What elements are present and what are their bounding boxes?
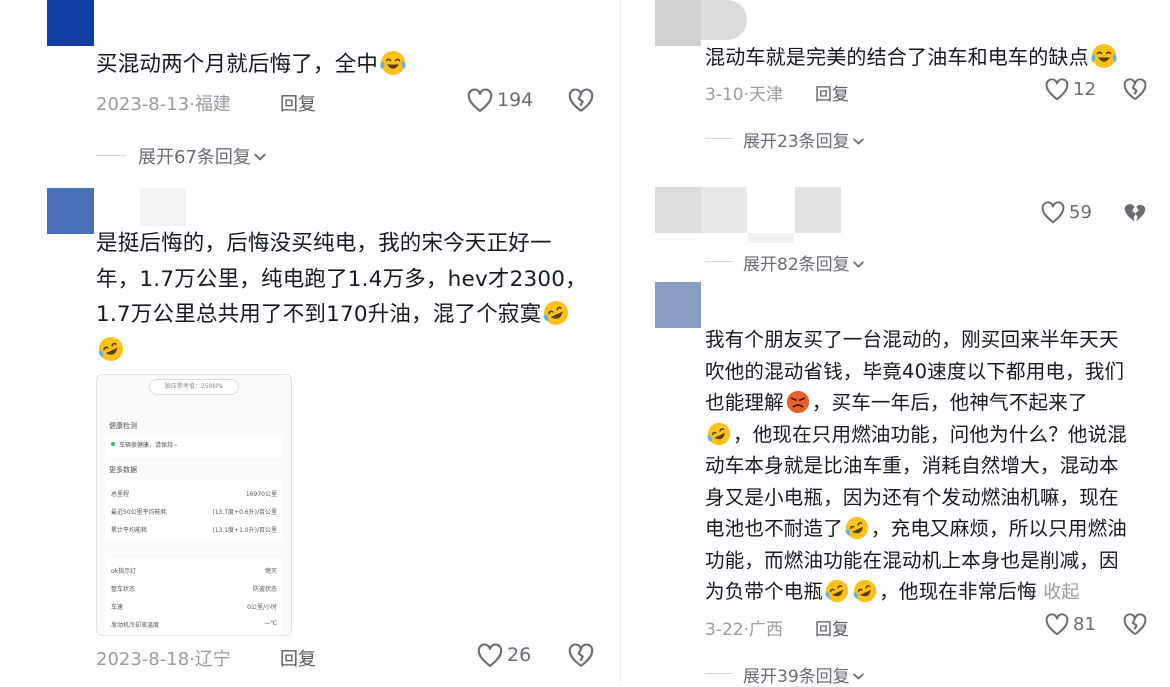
username-blurred — [140, 188, 186, 226]
tire-pressure-pill: 胎压参考值：250kPa — [149, 379, 239, 395]
attached-screenshot[interactable]: 胎压参考值：250kPa 健康检测 车辆很健康，请保持~ 更多数据 总里程 169… — [96, 374, 292, 636]
rofl-emoji — [706, 421, 732, 447]
comment-location: 天津 — [749, 85, 783, 105]
comment-location: 福建 — [194, 94, 231, 115]
hidden-content-blurred — [701, 187, 747, 233]
health-title: 健康检测 — [109, 422, 137, 430]
chevron-down-icon — [253, 150, 267, 164]
comment-text: 混动车就是完美的结合了油车和电车的缺点 — [705, 40, 1119, 76]
chevron-down-icon — [852, 135, 865, 148]
expand-replies-button[interactable]: 展开23条回复 — [743, 127, 865, 152]
rofl-emoji — [97, 335, 125, 363]
comment-text: 买混动两个月就后悔了，全中 — [96, 47, 408, 83]
like-count: 59 — [1069, 202, 1092, 223]
comment-date: 3-22 — [705, 620, 744, 640]
rofl-emoji — [852, 578, 878, 604]
broken-heart-filled-icon[interactable] — [1122, 200, 1148, 226]
hidden-content-blurred — [795, 187, 841, 233]
heart-icon[interactable] — [1044, 612, 1070, 638]
expand-replies-button[interactable]: 展开82条回复 — [743, 250, 865, 275]
more-data-title: 更多数据 — [109, 466, 137, 474]
avatar[interactable] — [655, 282, 701, 328]
comment-date: 2023-8-13 — [96, 94, 190, 115]
reply-button[interactable]: 回复 — [815, 80, 849, 105]
expand-divider — [96, 155, 126, 156]
broken-heart-icon[interactable] — [567, 642, 595, 670]
chevron-down-icon — [852, 258, 865, 271]
like-count: 12 — [1073, 79, 1096, 100]
angry-emoji — [785, 389, 811, 415]
comment-location: 辽宁 — [194, 649, 231, 670]
health-status: 车辆很健康，请保持~ — [119, 442, 179, 449]
avatar[interactable] — [655, 187, 701, 233]
broken-heart-icon[interactable] — [1122, 612, 1148, 638]
comment-text: 是挺后悔的，后悔没买纯电，我的宋今天正好一 年，1.7万公里，纯电跑了1.4万多… — [96, 226, 587, 368]
laugh-cry-emoji — [379, 49, 407, 77]
avatar[interactable] — [655, 0, 701, 46]
heart-icon[interactable] — [466, 87, 494, 115]
avatar[interactable] — [47, 0, 94, 46]
collapse-button[interactable]: 收起 — [1043, 582, 1079, 603]
comment-date: 3-10 — [705, 85, 744, 105]
like-count: 194 — [497, 89, 534, 111]
expand-divider — [705, 138, 733, 139]
heart-icon[interactable] — [1040, 200, 1066, 226]
avatar[interactable] — [47, 188, 94, 234]
like-count: 81 — [1073, 614, 1096, 635]
comment-meta: 3-22·广西 — [705, 620, 783, 640]
comment-meta: 2023-8-13·福建 — [96, 94, 231, 115]
comment-meta: 3-10·天津 — [705, 85, 783, 105]
expand-replies-button[interactable]: 展开67条回复 — [138, 143, 267, 169]
heart-icon[interactable] — [476, 642, 504, 670]
panel-divider — [620, 0, 621, 684]
heart-icon[interactable] — [1044, 77, 1070, 103]
comment-location: 广西 — [749, 620, 783, 640]
rofl-emoji — [844, 515, 870, 541]
rofl-emoji — [824, 578, 850, 604]
comment-date: 2023-8-18 — [96, 649, 190, 670]
reply-button[interactable]: 回复 — [280, 90, 316, 116]
comment-meta: 2023-8-18·辽宁 — [96, 649, 231, 670]
like-count: 26 — [507, 644, 532, 666]
rofl-emoji — [542, 299, 570, 327]
expand-divider — [705, 261, 733, 262]
broken-heart-icon[interactable] — [1122, 77, 1148, 103]
expand-replies-button[interactable]: 展开39条回复 — [743, 662, 865, 687]
laugh-cry-emoji — [1090, 42, 1118, 70]
reply-button[interactable]: 回复 — [280, 645, 316, 671]
broken-heart-icon[interactable] — [567, 87, 595, 115]
comment-text: 我有个朋友买了一台混动的，刚买回来半年天天 吹他的混动省钱，毕竟40速度以下都用… — [705, 324, 1127, 609]
reply-button[interactable]: 回复 — [815, 615, 849, 640]
health-box: 车辆很健康，请保持~ — [105, 435, 283, 457]
chevron-down-icon — [852, 670, 865, 683]
expand-divider — [705, 673, 733, 674]
username-blurred — [701, 0, 747, 40]
hidden-content-blurred — [748, 233, 794, 243]
